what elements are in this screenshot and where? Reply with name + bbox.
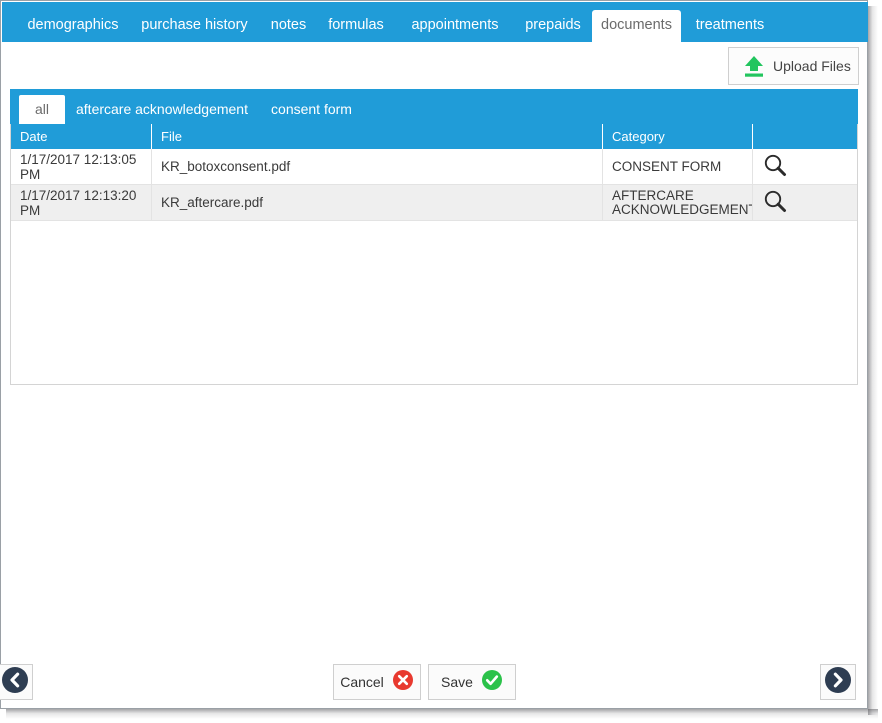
- documents-grid: Date File Category 1/17/2017 12:13:05 PM…: [10, 124, 858, 385]
- window-shadow-right: [868, 6, 878, 715]
- upload-files-label: Upload Files: [773, 58, 851, 74]
- category-text: AFTERCARE ACKNOWLEDGEMENT: [612, 187, 753, 217]
- cell-file: KR_botoxconsent.pdf: [152, 149, 603, 184]
- tab-treatments[interactable]: treatments: [681, 10, 779, 42]
- filter-tab-all[interactable]: all: [19, 95, 65, 124]
- tab-documents[interactable]: documents: [592, 10, 681, 42]
- filter-tab-consent-form[interactable]: consent form: [259, 95, 364, 124]
- window-shadow-bottom: [6, 709, 878, 719]
- tab-purchase-history[interactable]: purchase history: [128, 10, 261, 42]
- cell-date: 1/17/2017 12:13:05 PM: [11, 149, 152, 184]
- next-page-button[interactable]: [820, 664, 856, 700]
- chevron-left-circle-icon: [1, 666, 29, 699]
- cell-category: CONSENT FORM: [603, 149, 753, 184]
- cancel-label: Cancel: [340, 674, 384, 690]
- save-label: Save: [441, 674, 473, 690]
- tab-prepaids[interactable]: prepaids: [514, 10, 592, 42]
- magnifier-icon[interactable]: [762, 188, 788, 217]
- chevron-right-circle-icon: [824, 666, 852, 699]
- category-text: CONSENT FORM: [612, 158, 722, 174]
- green-check-circle-icon: [481, 669, 503, 696]
- main-tab-bar: demographics purchase history notes form…: [2, 2, 868, 42]
- tab-label: formulas: [328, 17, 384, 33]
- cancel-button[interactable]: Cancel: [333, 664, 421, 700]
- tab-appointments[interactable]: appointments: [396, 10, 514, 42]
- cell-category: AFTERCARE ACKNOWLEDGEMENT: [603, 185, 753, 220]
- save-button[interactable]: Save: [428, 664, 516, 700]
- tab-label: appointments: [411, 17, 499, 33]
- cell-actions: [753, 149, 857, 184]
- document-filter-tab-bar: all aftercare acknowledgement consent fo…: [10, 89, 858, 124]
- filter-tab-label: aftercare acknowledgement: [76, 101, 248, 117]
- red-x-circle-icon: [392, 669, 414, 696]
- column-header-date[interactable]: Date: [11, 124, 152, 149]
- filter-tab-label: consent form: [271, 101, 352, 117]
- cell-actions: [753, 185, 857, 220]
- column-header-file[interactable]: File: [152, 124, 603, 149]
- tab-label: documents: [601, 17, 672, 33]
- tab-notes[interactable]: notes: [261, 10, 316, 42]
- tab-label: treatments: [695, 17, 765, 33]
- upload-arrow-icon: [741, 54, 767, 78]
- tab-formulas[interactable]: formulas: [316, 10, 396, 42]
- column-header-actions: [753, 124, 857, 149]
- table-row[interactable]: 1/17/2017 12:13:20 PM KR_aftercare.pdf A…: [11, 185, 857, 221]
- filter-tab-label: all: [34, 101, 49, 117]
- previous-page-button[interactable]: [0, 664, 33, 700]
- tab-label: prepaids: [525, 17, 581, 33]
- patient-record-window: demographics purchase history notes form…: [0, 0, 868, 709]
- tab-label: demographics: [27, 17, 119, 33]
- tab-label: notes: [270, 17, 307, 33]
- column-header-category[interactable]: Category: [603, 124, 753, 149]
- upload-files-button[interactable]: Upload Files: [728, 47, 859, 85]
- table-row[interactable]: 1/17/2017 12:13:05 PM KR_botoxconsent.pd…: [11, 149, 857, 185]
- filter-tab-aftercare-acknowledgement[interactable]: aftercare acknowledgement: [65, 95, 259, 124]
- tab-demographics[interactable]: demographics: [18, 10, 128, 42]
- tab-label: purchase history: [141, 17, 248, 33]
- grid-header-row: Date File Category: [11, 124, 857, 149]
- cell-file: KR_aftercare.pdf: [152, 185, 603, 220]
- magnifier-icon[interactable]: [762, 152, 788, 181]
- cell-date: 1/17/2017 12:13:20 PM: [11, 185, 152, 220]
